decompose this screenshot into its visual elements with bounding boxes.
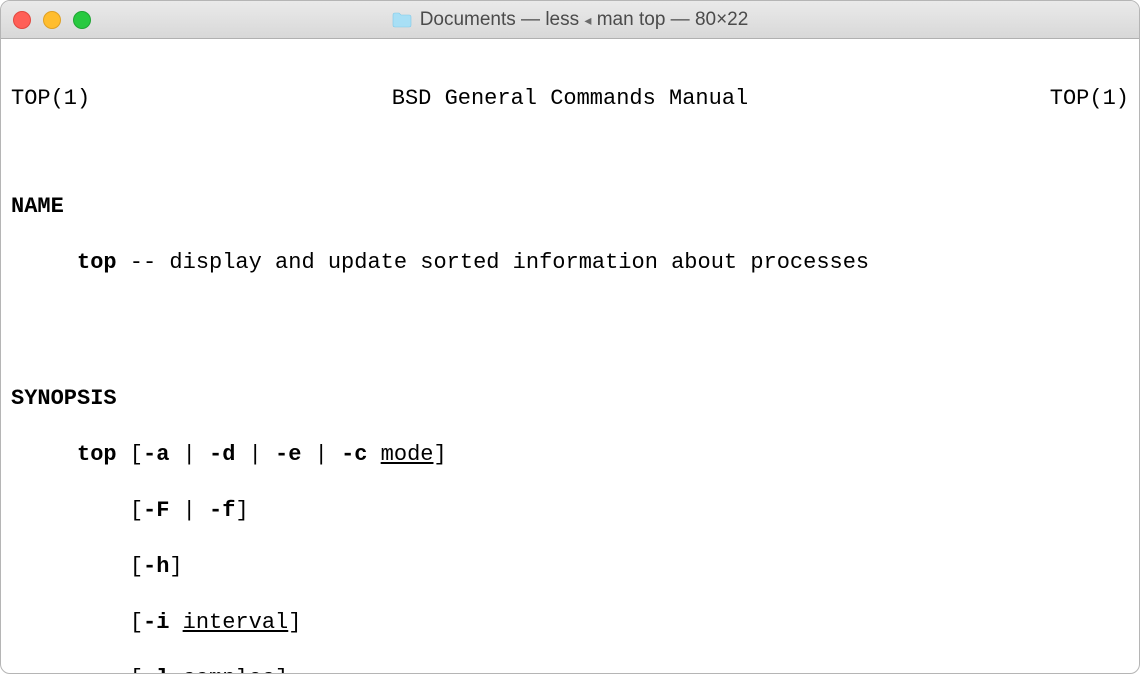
name-line: top -- display and update sorted informa… xyxy=(11,249,1129,277)
name-heading: NAME xyxy=(11,193,1129,221)
titlebar[interactable]: Documents — less ◂ man top — 80×22 xyxy=(1,1,1139,39)
folder-icon xyxy=(392,12,412,28)
name-sep: -- xyxy=(117,250,170,275)
man-header-left: TOP(1) xyxy=(11,85,90,113)
man-header-right: TOP(1) xyxy=(1050,85,1129,113)
name-cmd: top xyxy=(77,250,117,275)
synopsis-line-2: [-F | -f] xyxy=(11,497,1129,525)
window-title: Documents — less ◂ man top — 80×22 xyxy=(1,9,1139,31)
zoom-button[interactable] xyxy=(73,11,91,29)
triangle-icon: ◂ xyxy=(584,12,591,28)
synopsis-heading: SYNOPSIS xyxy=(11,385,1129,413)
minimize-button[interactable] xyxy=(43,11,61,29)
window-controls xyxy=(13,11,91,29)
synopsis-line-1: top [-a | -d | -e | -c mode] xyxy=(11,441,1129,469)
name-desc: display and update sorted information ab… xyxy=(169,250,869,275)
synopsis-line-4: [-i interval] xyxy=(11,609,1129,637)
synopsis-line-3: [-h] xyxy=(11,553,1129,581)
synopsis-line-5: [-l samples] xyxy=(11,665,1129,673)
man-header-center: BSD General Commands Manual xyxy=(392,85,748,113)
terminal-content[interactable]: TOP(1) BSD General Commands ManualTOP(1) … xyxy=(1,39,1139,673)
terminal-window: Documents — less ◂ man top — 80×22 TOP(1… xyxy=(0,0,1140,674)
close-button[interactable] xyxy=(13,11,31,29)
man-header: TOP(1) BSD General Commands Manual TOP(1) xyxy=(11,85,1129,113)
window-title-text: Documents — less ◂ man top — 80×22 xyxy=(420,9,749,31)
